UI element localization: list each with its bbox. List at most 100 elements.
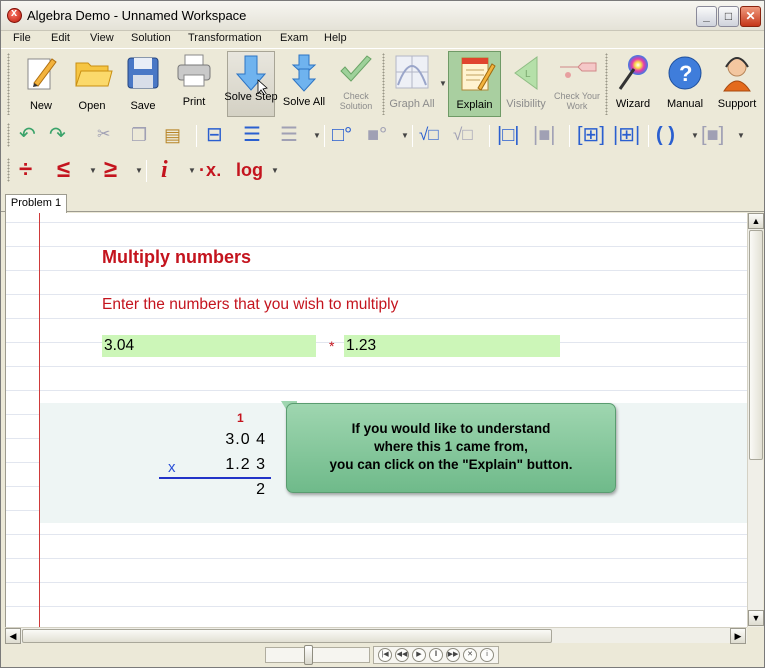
playback-bar: |◀ ◀◀ ▶ ‖ ▶▶ ✕ i: [1, 643, 764, 667]
first-step-icon[interactable]: |◀: [378, 648, 392, 662]
menu-file[interactable]: File: [13, 32, 31, 44]
open-button[interactable]: Open: [69, 51, 115, 117]
speed-slider-thumb[interactable]: [304, 645, 313, 665]
explain-tooltip: If you would like to understand where th…: [286, 403, 616, 493]
check-solution-label: Check Solution: [339, 91, 373, 111]
title-bar[interactable]: Algebra Demo - Unnamed Workspace _ □ ✕: [1, 1, 764, 31]
sqrt-icon[interactable]: √□: [419, 123, 439, 147]
vertical-scrollbar[interactable]: ▲ ▼: [747, 213, 764, 627]
inequality-dropdown-icon[interactable]: ▼: [89, 166, 97, 175]
worksheet[interactable]: Multiply numbers Enter the numbers that …: [5, 213, 747, 627]
horizontal-scroll-thumb[interactable]: [22, 629, 552, 643]
nth-root-icon[interactable]: √□: [453, 123, 473, 147]
scroll-right-icon[interactable]: ▶: [730, 628, 746, 644]
matrix-icon[interactable]: [⊞]: [577, 123, 605, 147]
operand1-input[interactable]: 3.04: [102, 335, 316, 357]
scroll-left-icon[interactable]: ◀: [5, 628, 21, 644]
graph-all-button[interactable]: Graph All: [389, 51, 435, 117]
parentheses-icon[interactable]: ( ): [656, 123, 675, 147]
variable-x-icon[interactable]: x: [206, 158, 216, 182]
subscript-icon[interactable]: ■°: [367, 123, 387, 147]
redo-arrow-icon[interactable]: ↷: [49, 123, 66, 147]
margin-line: [39, 213, 40, 627]
partial-product: 2: [256, 481, 266, 498]
print-button[interactable]: Print: [172, 51, 216, 117]
undo-arrow-icon[interactable]: ↶: [19, 123, 36, 147]
functions-dropdown-icon[interactable]: ▼: [271, 166, 279, 175]
script-dropdown-icon[interactable]: ▼: [401, 131, 409, 140]
tab-problem-1[interactable]: Problem 1: [5, 194, 67, 213]
menu-edit[interactable]: Edit: [51, 32, 70, 44]
fraction-layout-icon[interactable]: ⊟: [206, 123, 223, 147]
menu-solution[interactable]: Solution: [131, 32, 171, 44]
check-solution-button[interactable]: Check Solution: [334, 51, 378, 117]
wizard-button[interactable]: Wizard: [612, 51, 654, 117]
times-icon[interactable]: ·: [199, 158, 205, 182]
greater-equal-icon[interactable]: ≥: [104, 158, 117, 182]
vertical-scroll-thumb[interactable]: [749, 230, 763, 460]
divide-icon[interactable]: ÷: [19, 158, 32, 182]
visibility-icon: L: [507, 53, 545, 93]
determinant-icon[interactable]: |⊞|: [613, 123, 640, 147]
stack-layout-icon[interactable]: ☰: [243, 123, 261, 147]
superscript-icon[interactable]: □°: [332, 123, 352, 147]
paste-icon[interactable]: ▤: [164, 123, 181, 147]
brackets-dropdown-icon[interactable]: ▼: [691, 131, 699, 140]
minimize-button[interactable]: _: [696, 6, 717, 27]
menu-view[interactable]: View: [90, 32, 114, 44]
check-work-label: Check Your Work: [553, 91, 601, 111]
cut-icon[interactable]: ✂: [97, 123, 110, 147]
menu-help[interactable]: Help: [324, 32, 347, 44]
norm-icon[interactable]: |■|: [533, 123, 555, 147]
info-icon[interactable]: i: [480, 648, 494, 662]
toolbar-grip[interactable]: [7, 123, 10, 147]
less-equal-icon[interactable]: ≤: [57, 158, 70, 182]
speed-slider[interactable]: [265, 647, 370, 663]
manual-button[interactable]: ? Manual: [662, 51, 708, 117]
scroll-down-icon[interactable]: ▼: [748, 610, 764, 626]
graph-dropdown-icon[interactable]: ▼: [439, 79, 447, 88]
play-icon[interactable]: ▶: [412, 648, 426, 662]
copy-icon[interactable]: ❐: [131, 123, 147, 147]
layout-dropdown-icon[interactable]: ▼: [313, 131, 321, 140]
check-work-icon: [558, 53, 597, 93]
new-button[interactable]: New: [19, 51, 63, 117]
maximize-button[interactable]: □: [718, 6, 739, 27]
toolbar-grip[interactable]: [7, 158, 10, 182]
inequality2-dropdown-icon[interactable]: ▼: [135, 166, 143, 175]
fast-forward-icon[interactable]: ▶▶: [446, 648, 460, 662]
toolbar-grip[interactable]: [7, 53, 10, 115]
help-question-icon: ?: [666, 53, 704, 93]
check-your-work-button[interactable]: Check Your Work: [553, 51, 601, 117]
explain-button[interactable]: Explain: [448, 51, 501, 117]
solve-step-button[interactable]: Solve Step: [224, 51, 278, 117]
imaginary-unit-icon[interactable]: i: [161, 158, 168, 182]
brackets2-dropdown-icon[interactable]: ▼: [737, 131, 745, 140]
save-button[interactable]: Save: [121, 51, 165, 117]
symbol-toolbar: ÷ ≤ ▼ ≥ ▼ i ▼ · x ▪ log ▼: [1, 154, 764, 186]
menu-transformation[interactable]: Transformation: [188, 32, 262, 44]
scroll-up-icon[interactable]: ▲: [748, 213, 764, 229]
align-layout-icon[interactable]: ☰: [280, 123, 298, 147]
carry-digit: 1: [237, 411, 244, 425]
operand2-input[interactable]: 1.23: [344, 335, 560, 357]
absolute-value-icon[interactable]: |□|: [497, 123, 519, 147]
folder-icon: [73, 53, 113, 93]
stop-icon[interactable]: ✕: [463, 648, 477, 662]
support-button[interactable]: Support: [714, 51, 760, 117]
constants-dropdown-icon[interactable]: ▼: [188, 166, 196, 175]
visibility-button[interactable]: L Visibility: [503, 51, 549, 117]
square-brackets-icon[interactable]: [■]: [701, 123, 724, 147]
rewind-icon[interactable]: ◀◀: [395, 648, 409, 662]
solve-all-button[interactable]: Solve All: [280, 51, 328, 117]
menu-exam[interactable]: Exam: [280, 32, 308, 44]
close-button[interactable]: ✕: [740, 6, 761, 27]
visibility-label: Visibility: [506, 98, 546, 110]
graph-icon: [393, 53, 431, 93]
separator: [196, 125, 197, 147]
scroll-corner: [747, 627, 763, 643]
separator: [146, 160, 147, 182]
log-icon[interactable]: log: [236, 158, 263, 182]
horizontal-scrollbar[interactable]: ◀ ▶: [5, 627, 747, 644]
pause-icon[interactable]: ‖: [429, 648, 443, 662]
